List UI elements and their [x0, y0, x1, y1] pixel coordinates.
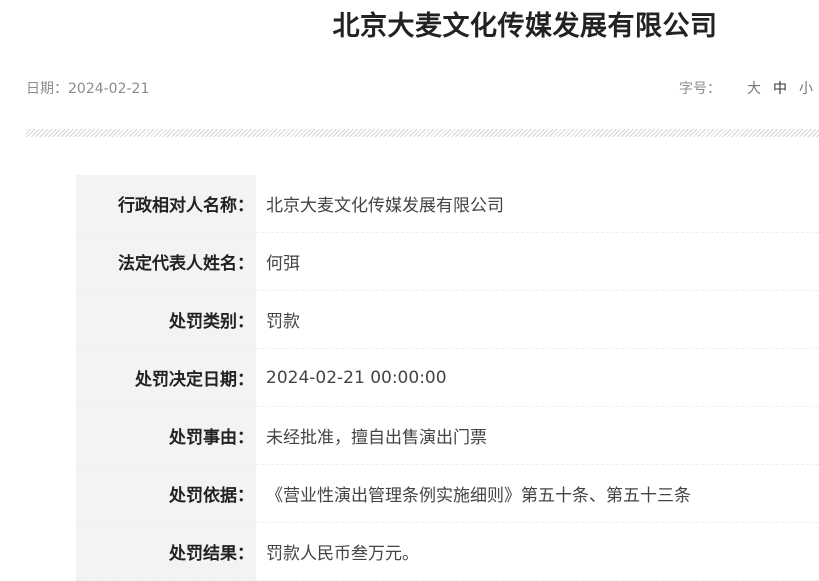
- font-size-large-button[interactable]: 大: [747, 78, 761, 98]
- table-row: 处罚结果： 罚款人民币叁万元。: [76, 522, 819, 581]
- row-label: 处罚决定日期：: [76, 348, 256, 407]
- font-size-medium-button[interactable]: 中: [773, 78, 787, 98]
- row-label: 行政相对人名称：: [76, 175, 256, 233]
- row-value: 北京大麦文化传媒发展有限公司: [256, 175, 819, 233]
- page-title: 北京大麦文化传媒发展有限公司: [332, 11, 718, 42]
- table-row: 行政相对人名称： 北京大麦文化传媒发展有限公司: [76, 175, 819, 233]
- table-row: 处罚决定日期： 2024-02-21 00:00:00: [76, 348, 819, 407]
- hatched-divider: [26, 129, 819, 137]
- table-row: 处罚类别： 罚款: [76, 290, 819, 349]
- publish-date: 日期：2024-02-21: [26, 81, 150, 97]
- table-row: 法定代表人姓名： 何弭: [76, 232, 819, 291]
- row-value: 罚款人民币叁万元。: [256, 522, 819, 581]
- row-label: 法定代表人姓名：: [76, 232, 256, 291]
- meta-row: 日期：2024-02-21 字号： 大 中 小: [26, 78, 819, 98]
- row-value: 2024-02-21 00:00:00: [256, 348, 819, 407]
- row-label: 处罚依据：: [76, 464, 256, 523]
- table-row: 处罚依据： 《营业性演出管理条例实施细则》第五十条、第五十三条: [76, 464, 819, 523]
- row-value: 罚款: [256, 290, 819, 349]
- penalty-info-table: 行政相对人名称： 北京大麦文化传媒发展有限公司 法定代表人姓名： 何弭 处罚类别…: [76, 175, 819, 581]
- row-label: 处罚事由：: [76, 406, 256, 465]
- font-size-selector: 字号： 大 中 小: [679, 78, 813, 98]
- row-label: 处罚类别：: [76, 290, 256, 349]
- table-row: 处罚事由： 未经批准，擅自出售演出门票: [76, 406, 819, 465]
- row-value: 何弭: [256, 232, 819, 291]
- font-size-label: 字号：: [679, 81, 721, 97]
- row-label: 处罚结果：: [76, 522, 256, 581]
- font-size-small-button[interactable]: 小: [799, 78, 813, 98]
- row-value: 未经批准，擅自出售演出门票: [256, 406, 819, 465]
- row-value: 《营业性演出管理条例实施细则》第五十条、第五十三条: [256, 464, 819, 523]
